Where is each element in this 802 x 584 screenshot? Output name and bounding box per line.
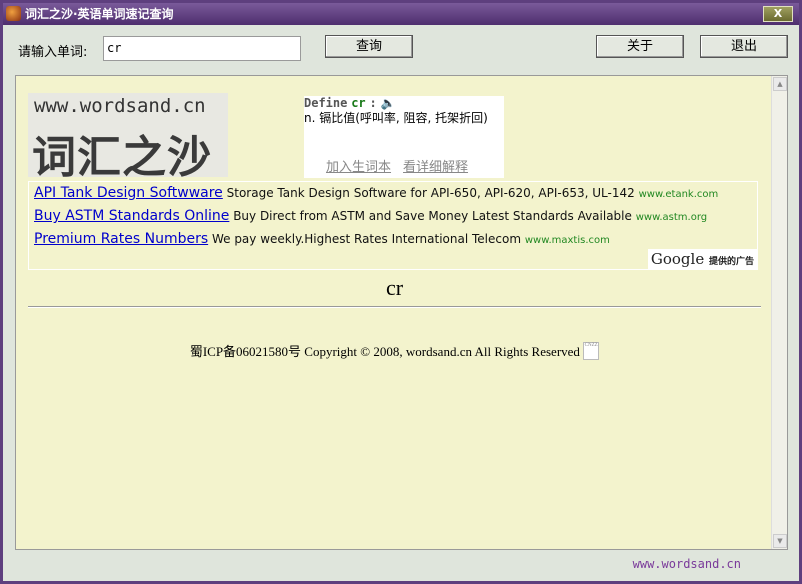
define-sep: :	[369, 96, 377, 110]
ad-item: API Tank Design Softwware Storage Tank D…	[34, 185, 718, 201]
input-label: 请输入单词:	[18, 45, 88, 60]
window-title: 词汇之沙·英语单词速记查询	[25, 7, 174, 21]
ad-text: Storage Tank Design Software for API-650…	[226, 186, 635, 200]
search-button[interactable]: 查询	[325, 35, 413, 58]
cnzz-stats-icon[interactable]: CNZZ	[583, 342, 600, 360]
ad-link[interactable]: Buy ASTM Standards Online	[34, 208, 229, 224]
close-button[interactable]: X	[763, 6, 793, 22]
speaker-icon[interactable]: 🔈	[381, 96, 396, 110]
footer-url[interactable]: www.wordsand.cn	[633, 557, 741, 571]
ad-url[interactable]: www.astm.org	[636, 212, 707, 223]
word-heading: cr	[385, 275, 404, 300]
google-ads-attribution[interactable]: Google 提供的广告	[647, 249, 757, 269]
copyright-text: 蜀ICP备06021580号 Copyright © 2008, wordsan…	[189, 344, 580, 359]
define-word: cr	[351, 96, 366, 110]
app-icon	[6, 6, 21, 21]
ad-text: Buy Direct from ASTM and Save Money Late…	[233, 209, 632, 223]
ad-url[interactable]: www.maxtis.com	[525, 235, 610, 246]
word-input[interactable]: cr	[103, 36, 301, 61]
ad-item: Premium Rates Numbers We pay weekly.High…	[34, 231, 610, 247]
vertical-scrollbar[interactable]: ▲ ▼	[771, 76, 787, 549]
logo-url: www.wordsand.cn	[34, 95, 206, 117]
ad-link[interactable]: API Tank Design Softwware	[34, 185, 223, 201]
ad-item: Buy ASTM Standards Online Buy Direct fro…	[34, 208, 707, 224]
browser-panel: www.wordsand.cn 词汇之沙 Define cr : 🔈 n. 镉比…	[15, 75, 788, 550]
logo-name: 词汇之沙	[32, 132, 212, 183]
copyright-line: 蜀ICP备06021580号 Copyright © 2008, wordsan…	[16, 341, 773, 360]
ad-block: API Tank Design Softwware Storage Tank D…	[28, 181, 758, 270]
scroll-up-arrow[interactable]: ▲	[773, 77, 787, 91]
define-label: Define	[304, 96, 348, 110]
app-window: 词汇之沙·英语单词速记查询 X 请输入单词: cr 查询 关于 退出 www.w…	[0, 0, 802, 584]
add-vocab-link[interactable]: 加入生词本	[326, 160, 391, 175]
cnzz-label: CNZZ	[584, 343, 598, 348]
definition-text: n. 镉比值(呼叫率, 阻容, 托架折回)	[304, 111, 488, 125]
definition-box: Define cr : 🔈 n. 镉比值(呼叫率, 阻容, 托架折回) 加入生词…	[304, 96, 504, 178]
ad-link[interactable]: Premium Rates Numbers	[34, 231, 208, 247]
exit-button[interactable]: 退出	[700, 35, 788, 58]
title-bar: 词汇之沙·英语单词速记查询 X	[3, 3, 799, 25]
about-button[interactable]: 关于	[596, 35, 684, 58]
details-link[interactable]: 看详细解释	[403, 160, 468, 175]
divider	[28, 306, 761, 308]
ad-url[interactable]: www.etank.com	[639, 189, 719, 200]
scroll-down-arrow[interactable]: ▼	[773, 534, 787, 548]
ad-attribution-text: 提供的广告	[708, 257, 754, 267]
ad-text: We pay weekly.Highest Rates Internationa…	[211, 232, 522, 246]
site-logo[interactable]: www.wordsand.cn 词汇之沙	[28, 93, 228, 183]
google-brand: Google	[650, 250, 705, 268]
